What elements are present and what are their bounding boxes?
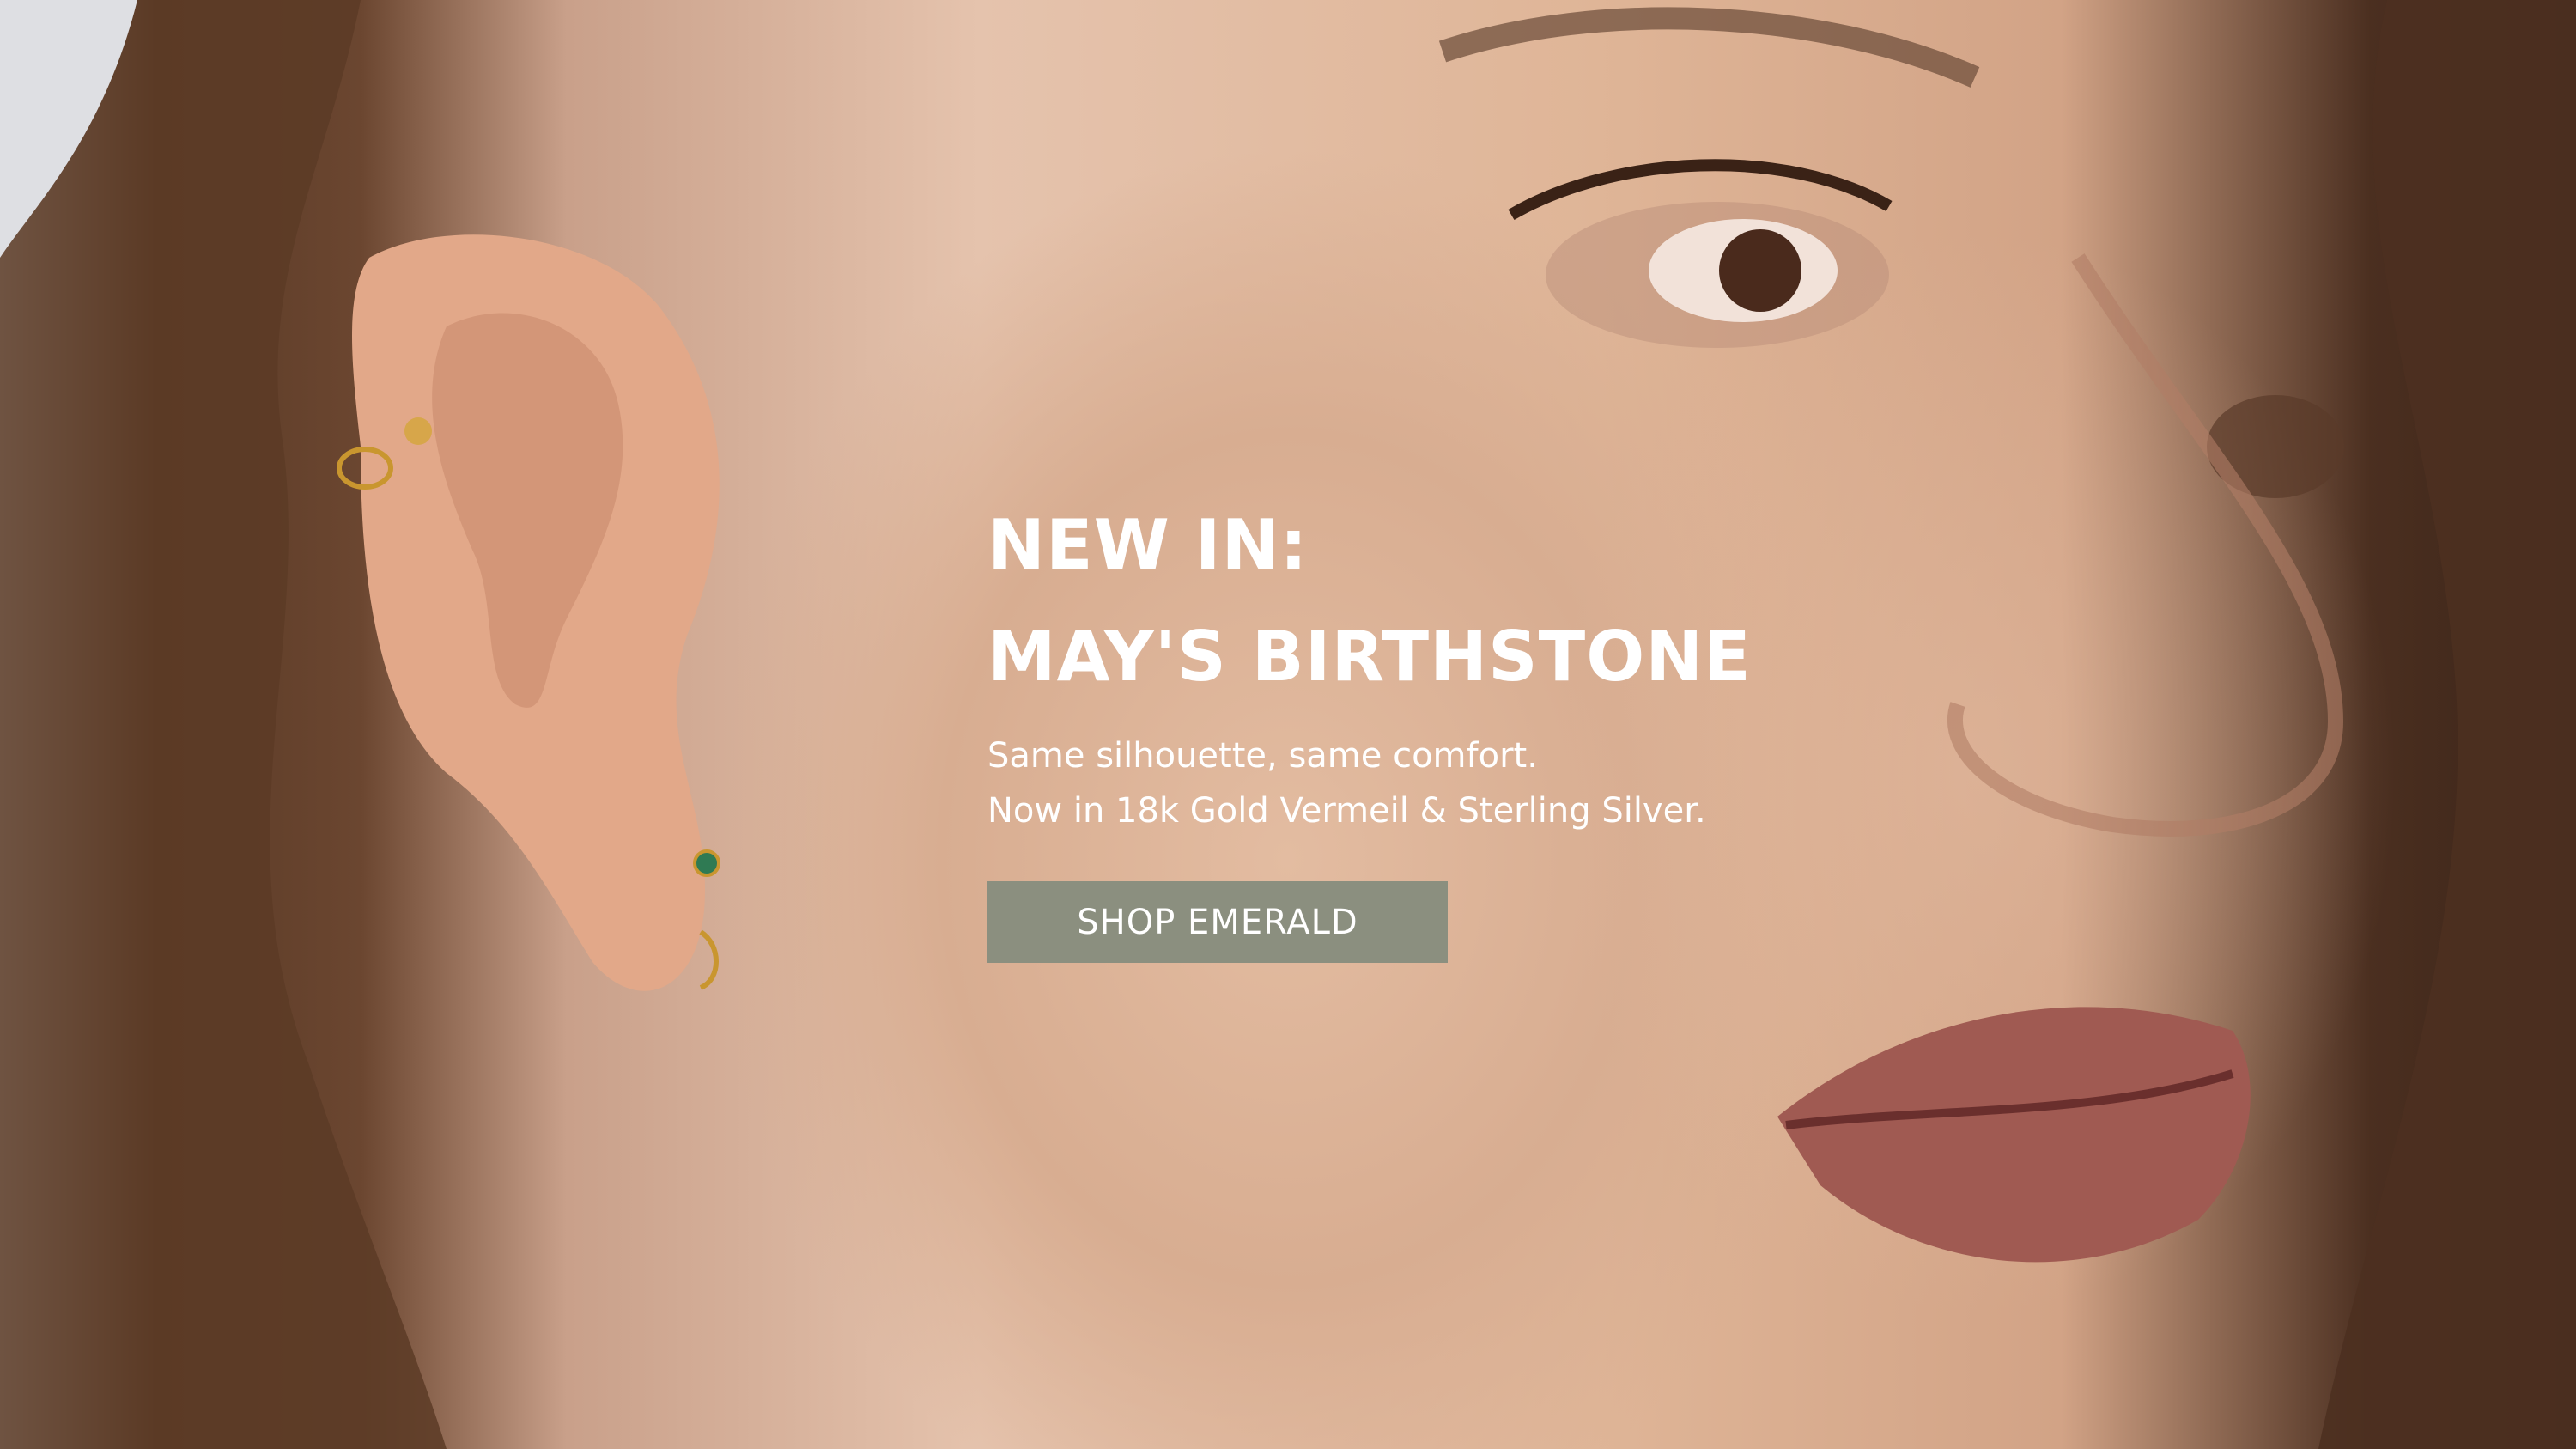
hero-content: NEW IN: MAY'S BIRTHSTONE Same silhouette… xyxy=(987,490,2018,963)
headline-line-1: NEW IN: xyxy=(987,505,1309,585)
hero-headline: NEW IN: MAY'S BIRTHSTONE xyxy=(987,490,2018,713)
subline-line-2: Now in 18k Gold Vermeil & Sterling Silve… xyxy=(987,791,1706,831)
hero-subline: Same silhouette, same comfort. Now in 18… xyxy=(987,728,2018,838)
hero-banner: NEW IN: MAY'S BIRTHSTONE Same silhouette… xyxy=(0,0,2576,1449)
headline-line-2: MAY'S BIRTHSTONE xyxy=(987,617,1752,697)
shop-emerald-button[interactable]: SHOP EMERALD xyxy=(987,881,1448,963)
subline-line-1: Same silhouette, same comfort. xyxy=(987,736,1538,776)
